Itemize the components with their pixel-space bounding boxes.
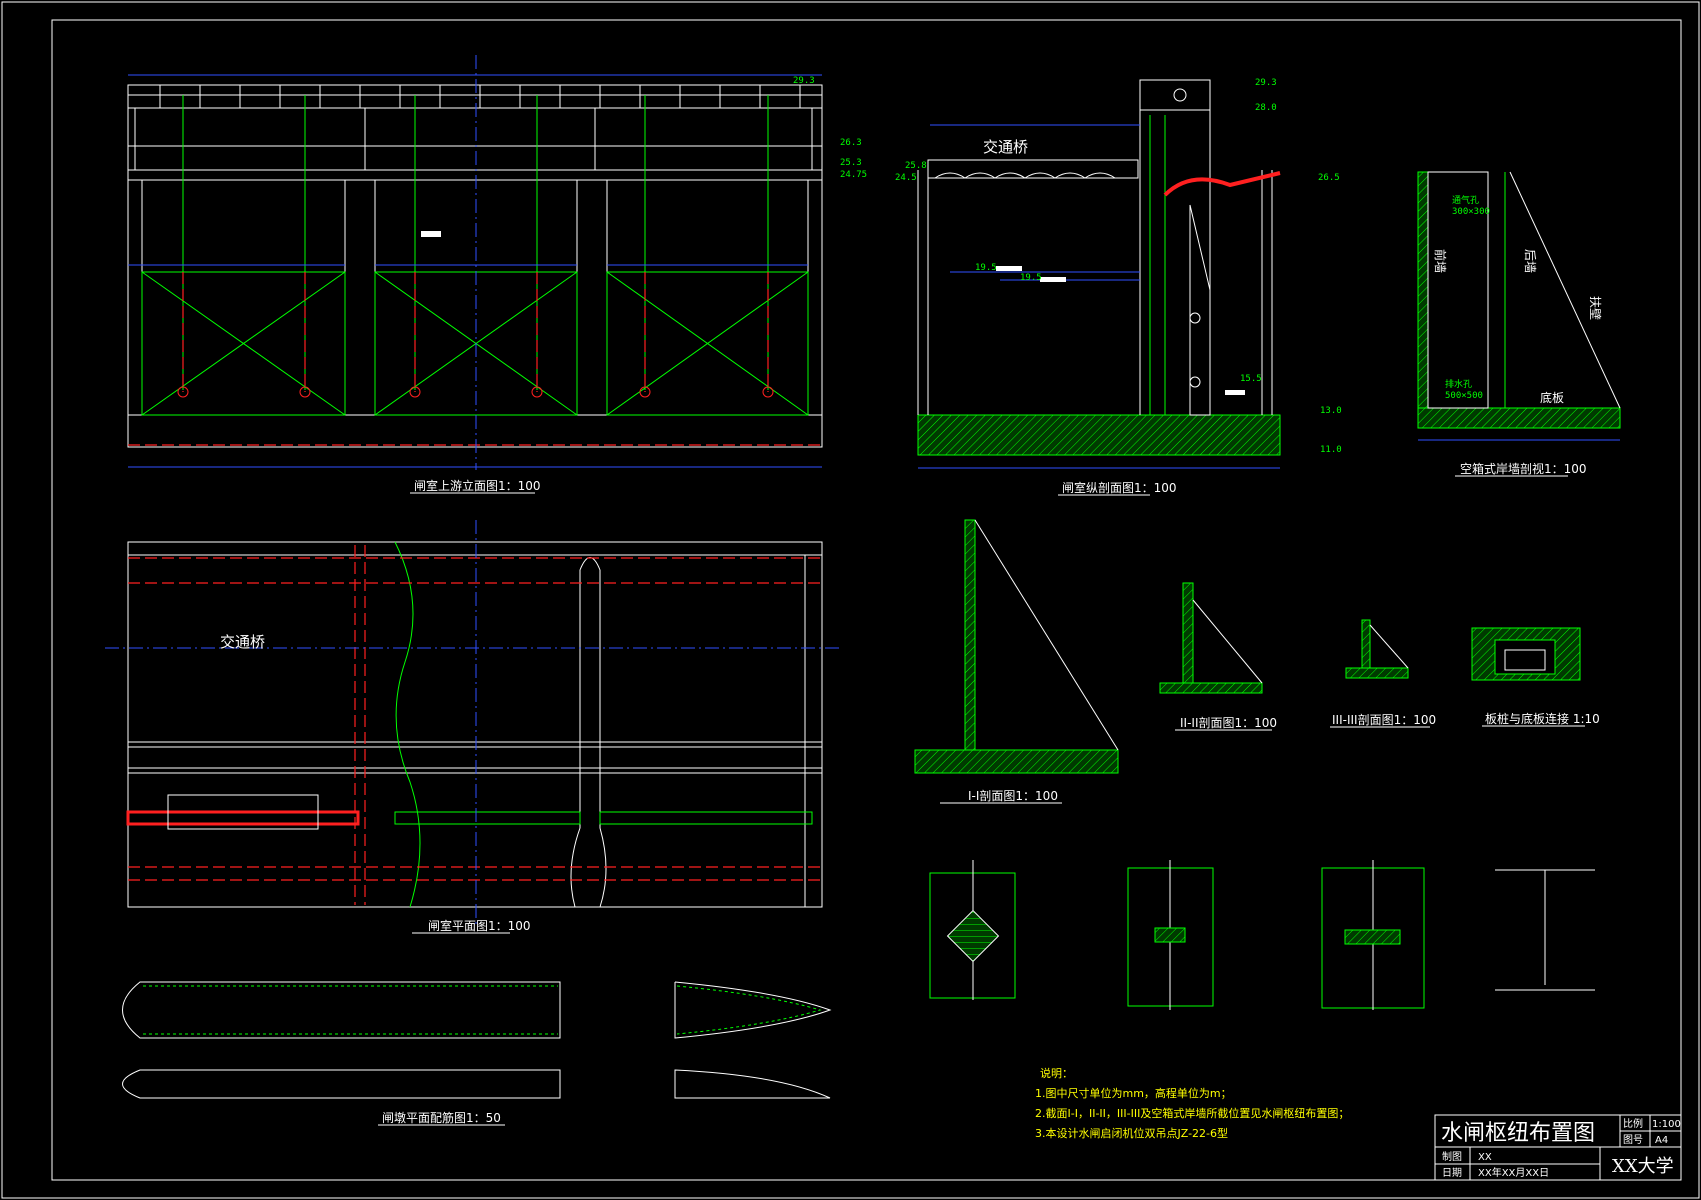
bottom-slab-label: 底板	[1540, 390, 1564, 405]
joint-detail-3	[1321, 860, 1425, 1010]
upstream-elevation-view: 29.3 26.3 25.3 24.75 闸室上游立面图1：100	[127, 55, 867, 494]
elev-label: 13.0	[1320, 406, 1342, 416]
traffic-bridge-label: 交通桥	[220, 633, 265, 651]
elev-label: 28.0	[1255, 103, 1277, 113]
sheet-label: 图号	[1623, 1134, 1643, 1146]
retaining-wall-view: 前墙 后墙 扶壁 底板 通气孔 300×300 排水孔 500×500 空箱式岸…	[1417, 171, 1621, 477]
cad-drawing-sheet: 29.3 26.3 25.3 24.75 闸室上游立面图1：100 交通桥 29…	[1, 1, 1700, 1199]
elev-label: 26.5	[1318, 173, 1340, 183]
view-title: III-III剖面图1：100	[1332, 713, 1436, 727]
title-block: 水闸枢纽布置图 比例 1:100 图号 A4 制图 XX 日期 XX年XX月XX…	[1434, 1114, 1682, 1181]
note-item: 2.截面I-I，II-II，III-III及空箱式岸墙所截位置见水闸枢纽布置图；	[1035, 1106, 1349, 1120]
vent-hole-label: 通气孔	[1452, 194, 1479, 206]
pier-plan-view: 闸墩平面配筋图1：50	[122, 981, 832, 1126]
back-wall-label: 后墙	[1523, 249, 1537, 273]
view-title: 闸墩平面配筋图1：50	[382, 1110, 501, 1125]
drawn-by-value: XX	[1478, 1152, 1492, 1163]
inner-frame	[51, 19, 1682, 1181]
joint-detail-4	[1495, 869, 1595, 991]
front-wall-label: 前墙	[1433, 249, 1448, 273]
section-1-view: I-I剖面图1：100	[914, 519, 1119, 804]
scale-value: 1:100	[1652, 1119, 1681, 1130]
elev-label: 24.5	[895, 173, 917, 183]
vent-size-label: 300×300	[1452, 207, 1490, 217]
elev-label: 25.8	[905, 161, 927, 171]
school-name: XX大学	[1612, 1156, 1674, 1177]
elev-label: 15.5	[1240, 374, 1262, 384]
view-title: I-I剖面图1：100	[968, 789, 1058, 803]
drain-size-label: 500×500	[1445, 391, 1483, 401]
scale-label: 比例	[1623, 1117, 1643, 1130]
elev-label: 29.3	[1255, 78, 1277, 88]
section-3-view: III-III剖面图1：100	[1330, 619, 1436, 728]
section-2-view: II-II剖面图1：100	[1159, 582, 1277, 731]
notes-block: 说明： 1.图中尺寸单位为mm，高程单位为m； 2.截面I-I，II-II，II…	[1035, 1066, 1349, 1140]
note-item: 3.本设计水闸启闭机位双吊点JZ-22-6型	[1035, 1126, 1228, 1140]
view-title: 闸室纵剖面图1：100	[1062, 480, 1177, 495]
elev-label: 24.75	[840, 170, 867, 180]
joint-detail-1	[929, 860, 1016, 1000]
drawing-title: 水闸枢纽布置图	[1441, 1121, 1595, 1146]
elev-label: 29.3	[793, 76, 815, 86]
elev-label: 19.5	[975, 263, 997, 273]
elev-label: 19.5	[1020, 273, 1042, 283]
drawn-by-label: 制图	[1442, 1150, 1462, 1163]
elev-label: 11.0	[1320, 445, 1342, 455]
view-title: II-II剖面图1：100	[1180, 716, 1277, 730]
pile-joint-view: 板桩与底板连接 1:10	[1471, 627, 1600, 727]
longitudinal-section-view: 交通桥 29.3 28.0 26.5 25.8 24.5 19.5 19.5 1…	[895, 78, 1342, 496]
wing-wall-label: 扶壁	[1588, 296, 1603, 320]
elev-label: 25.3	[840, 158, 862, 168]
date-value: XX年XX月XX日	[1478, 1166, 1549, 1179]
view-title: 空箱式岸墙剖视1：100	[1460, 461, 1587, 476]
notes-heading: 说明：	[1040, 1066, 1073, 1080]
plan-view: 交通桥 闸室平面图1：100	[105, 520, 840, 934]
date-label: 日期	[1442, 1167, 1462, 1179]
view-title: 闸室上游立面图1：100	[414, 478, 541, 493]
traffic-bridge-label: 交通桥	[983, 138, 1028, 156]
view-title: 板桩与底板连接 1:10	[1485, 711, 1600, 726]
outer-frame	[1, 1, 1700, 1199]
sheet-value: A4	[1655, 1135, 1668, 1146]
joint-detail-2	[1127, 860, 1214, 1010]
drain-hole-label: 排水孔	[1445, 378, 1472, 390]
note-item: 1.图中尺寸单位为mm，高程单位为m；	[1035, 1086, 1232, 1100]
elev-label: 26.3	[840, 138, 862, 148]
view-title: 闸室平面图1：100	[428, 918, 531, 933]
